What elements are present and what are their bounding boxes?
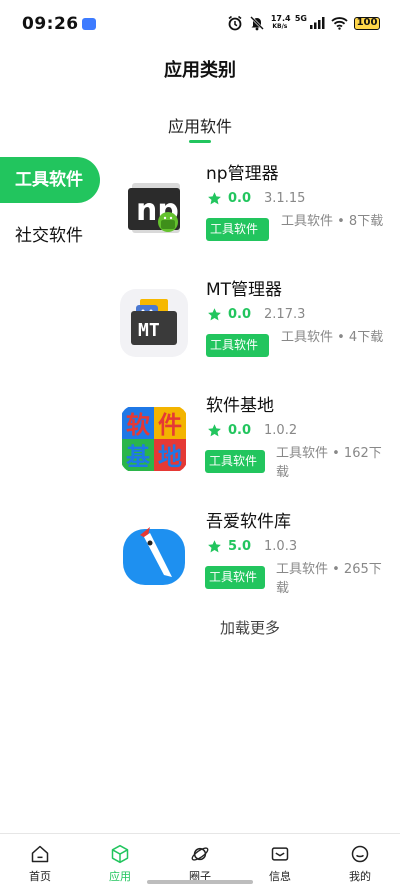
app-name: MT管理器	[206, 280, 283, 300]
net-speed-value: 17.4	[270, 14, 291, 23]
app-version: 3.1.15	[264, 190, 306, 206]
icon-char: 件	[158, 411, 182, 439]
app-meta: 工具软件 • 265下载	[276, 562, 382, 596]
app-notification-icon	[82, 18, 96, 30]
mail-icon	[271, 847, 289, 861]
rating-row: 0.0 2.17.3	[207, 305, 305, 323]
star-icon	[208, 307, 221, 320]
category-tag[interactable]: 工具软件	[205, 450, 265, 473]
app-meta: 工具软件 • 162下载	[276, 446, 382, 480]
np-manager-icon: np	[120, 173, 188, 241]
nav-label: 首页	[29, 870, 51, 883]
nav-label: 我的	[349, 870, 371, 883]
cube-icon	[111, 844, 129, 864]
alarm-icon	[228, 15, 242, 31]
nav-item-home[interactable]: 首页	[0, 834, 80, 889]
smile-icon	[351, 845, 369, 863]
side-category-tools[interactable]: 工具软件	[0, 157, 100, 203]
nav-item-profile[interactable]: 我的	[320, 834, 400, 889]
status-time: 09:26	[22, 14, 79, 34]
app-version: 1.0.2	[264, 422, 298, 438]
app-item[interactable]: np np管理器 0.0 3.1.15 工具软件 工具软件 • 8下载	[118, 159, 388, 269]
app-version: 1.0.3	[264, 538, 298, 554]
rating-value: 5.0	[228, 538, 252, 554]
mute-bell-icon	[249, 16, 264, 31]
net-speed: 17.4 KB/s	[270, 14, 291, 31]
svg-text:MT: MT	[138, 320, 160, 341]
app-item[interactable]: 软 件 基 地 软件基地 0.0 1.0.2 工具软件 工具软件 • 162下载	[118, 391, 388, 501]
status-bar: 09:26 17.4 KB/s 5G 100	[0, 0, 400, 46]
rating-value: 0.0	[228, 422, 252, 438]
rating-row: 0.0 3.1.15	[207, 189, 305, 207]
page-title: 应用类别	[164, 60, 236, 81]
home-icon	[31, 845, 49, 863]
app-name: np管理器	[206, 164, 279, 184]
tab-apps[interactable]: 应用软件	[150, 113, 250, 137]
load-more-button[interactable]: 加载更多	[150, 617, 350, 638]
rating-value: 0.0	[228, 190, 252, 206]
nav-label: 信息	[269, 870, 291, 883]
icon-char: 软	[126, 411, 150, 439]
star-icon	[208, 539, 221, 552]
app-version: 2.17.3	[264, 306, 306, 322]
planet-icon	[191, 847, 209, 861]
net-speed-unit: KB/s	[272, 23, 288, 30]
battery-icon: 100	[354, 16, 380, 30]
mt-manager-icon: MT	[120, 289, 188, 357]
rating-row: 5.0 1.0.3	[207, 537, 297, 555]
star-icon	[208, 191, 221, 204]
wuai-library-icon	[120, 521, 188, 589]
nav-label: 应用	[109, 870, 131, 883]
network-type: 5G	[294, 13, 307, 23]
icon-char: 基	[126, 443, 151, 471]
signal-icon	[310, 17, 325, 29]
software-base-icon: 软 件 基 地	[120, 405, 188, 473]
star-icon	[208, 423, 221, 436]
app-item[interactable]: 吾爱软件库 5.0 1.0.3 工具软件 工具软件 • 265下载	[118, 507, 388, 617]
icon-char: 地	[158, 443, 182, 471]
app-name: 吾爱软件库	[206, 512, 291, 532]
app-item[interactable]: MT MT管理器 0.0 2.17.3 工具软件 工具软件 • 4下载	[118, 275, 388, 385]
rating-value: 0.0	[228, 306, 252, 322]
tab-indicator	[189, 140, 211, 143]
app-meta: 工具软件 • 8下载	[281, 214, 384, 229]
rating-row: 0.0 1.0.2	[207, 421, 297, 439]
app-name: 软件基地	[206, 396, 274, 416]
category-tag[interactable]: 工具软件	[206, 218, 269, 241]
home-indicator[interactable]	[147, 880, 253, 884]
app-meta: 工具软件 • 4下载	[281, 330, 384, 345]
category-tag[interactable]: 工具软件	[205, 566, 265, 589]
status-icons: 17.4 KB/s 5G 100	[227, 12, 380, 34]
wifi-icon	[331, 17, 348, 30]
category-tag[interactable]: 工具软件	[206, 334, 269, 357]
side-category-social[interactable]: 社交软件	[0, 213, 100, 259]
